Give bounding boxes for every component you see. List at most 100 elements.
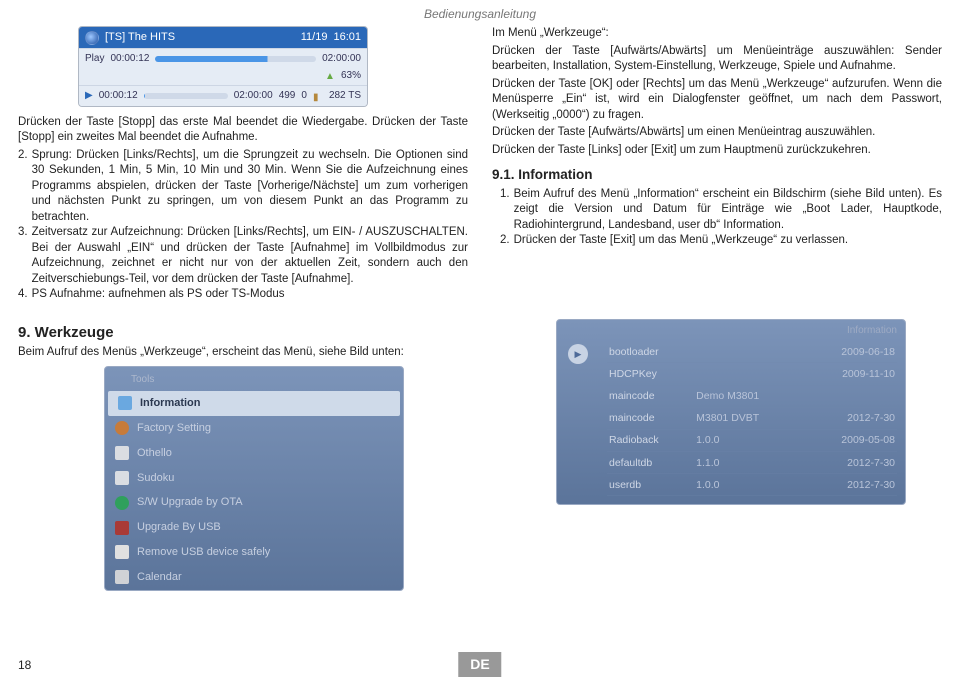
info-value: Demo M3801 (694, 385, 803, 407)
menu-item-label: Othello (137, 446, 172, 461)
menu-item-information: Information (108, 391, 400, 416)
menu-item-label: Factory Setting (137, 421, 211, 436)
tools-menu-screenshot: Tools Information Factory Setting Othell… (104, 366, 404, 590)
play-percent: 63% (341, 69, 361, 83)
buf-count: 499 (279, 89, 296, 103)
usb-remove-icon (115, 545, 129, 559)
table-row: HDCPKey 2009-11-10 (607, 363, 897, 385)
item-4-text: PS Aufnahme: aufnehmen als PS oder TS-Mo… (32, 287, 468, 303)
info-name: bootloader (607, 341, 694, 363)
menu-item-sudoku: Sudoku (105, 466, 403, 491)
r-item-2-text: Drücken der Taste [Exit] um das Menü „We… (514, 233, 942, 249)
play-label: Play (85, 52, 104, 66)
info-value: 1.0.0 (694, 429, 803, 451)
werkzeuge-intro: Beim Aufruf des Menüs „Werkzeuge“, ersch… (18, 345, 468, 361)
info-date: 2012-7-30 (803, 407, 897, 429)
item-3-num: 3. (18, 225, 28, 287)
menu-item-label: Remove USB device safely (137, 545, 270, 560)
para-stop: Drücken der Taste [Stopp] das erste Mal … (18, 115, 468, 146)
page-number: 18 (18, 657, 31, 673)
menu-item-label: Information (140, 396, 201, 411)
r-p5: Drücken der Taste [Links] oder [Exit] um… (492, 143, 942, 159)
r-item-1-num: 1. (500, 187, 510, 234)
table-row: userdb1.0.02012-7-30 (607, 474, 897, 496)
menu-item-ota: S/W Upgrade by OTA (105, 490, 403, 515)
info-date: 2009-11-10 (803, 363, 897, 385)
info-name: maincode (607, 407, 694, 429)
info-table: bootloader2009-06-18HDCPKey2009-11-10mai… (607, 341, 897, 496)
r-p2: Drücken der Taste [Aufwärts/Abwärts] um … (492, 44, 942, 75)
info-panel-title: Information (607, 324, 897, 338)
info-name: defaultdb (607, 452, 694, 474)
item-3: 3. Zeitversatz zur Aufzeichnung: Drücken… (18, 225, 468, 287)
info-date: 2012-7-30 (803, 474, 897, 496)
r-item-2-num: 2. (500, 233, 510, 249)
player-screenshot: [TS] The HITS 11/19 16:01 Play 00:00:12 … (78, 26, 368, 106)
table-row: maincodeM3801 DVBT2012-7-30 (607, 407, 897, 429)
disc-icon (85, 31, 99, 45)
r-item-1-text: Beim Aufruf des Menü „Information“ ersch… (514, 187, 942, 234)
progress-bar (155, 56, 316, 62)
item-2: 2. Sprung: Drücken [Links/Rechts], um di… (18, 148, 468, 226)
play-circle-icon: ▶ (568, 344, 588, 364)
sudoku-icon (115, 471, 129, 485)
item-4-num: 4. (18, 287, 28, 303)
buf-size: 282 TS (329, 89, 361, 103)
info-value (694, 363, 803, 385)
globe-icon (115, 496, 129, 510)
language-tag: DE (458, 652, 501, 677)
info-date: 2009-06-18 (803, 341, 897, 363)
heading-9: 9. Werkzeuge (18, 323, 468, 343)
gear-icon (115, 421, 129, 435)
othello-icon (115, 446, 129, 460)
briefcase-icon (115, 521, 129, 535)
info-value: M3801 DVBT (694, 407, 803, 429)
menu-item-calendar: Calendar (105, 565, 403, 590)
player-clock: 16:01 (333, 30, 361, 45)
heading-9-1: 9.1. Information (492, 166, 942, 184)
menu-item-label: Calendar (137, 570, 182, 585)
info-value: 1.0.0 (694, 474, 803, 496)
info-value: 1.1.0 (694, 452, 803, 474)
menu-item-factory: Factory Setting (105, 416, 403, 441)
item-4: 4. PS Aufnahme: aufnehmen als PS oder TS… (18, 287, 468, 303)
info-date: 2012-7-30 (803, 452, 897, 474)
buf-last: 0 (301, 89, 307, 103)
item-2-text: Sprung: Drücken [Links/Rechts], um die S… (32, 148, 468, 226)
r-p1: Im Menü „Werkzeuge“: (492, 26, 942, 42)
menu-item-usb-upgrade: Upgrade By USB (105, 515, 403, 540)
menu-item-label: Upgrade By USB (137, 520, 221, 535)
r-p3: Drücken der Taste [OK] oder [Rechts] um … (492, 77, 942, 124)
info-screenshot: ▶ Information bootloader2009-06-18HDCPKe… (556, 319, 906, 506)
info-value (694, 341, 803, 363)
info-date: 2009-05-08 (803, 429, 897, 451)
table-row: Radioback1.0.02009-05-08 (607, 429, 897, 451)
buffer-bar (144, 93, 228, 99)
buf-mid: 02:00:00 (234, 89, 273, 103)
r-item-2: 2. Drücken der Taste [Exit] um das Menü … (492, 233, 942, 249)
info-name: userdb (607, 474, 694, 496)
play-icon: ▶ (85, 89, 93, 103)
r-item-1: 1. Beim Aufruf des Menü „Information“ er… (492, 187, 942, 234)
page-header: Bedienungsanleitung (0, 0, 960, 26)
table-row: maincodeDemo M3801 (607, 385, 897, 407)
info-name: Radioback (607, 429, 694, 451)
player-title: [TS] The HITS (105, 30, 295, 45)
r-p4: Drücken der Taste [Aufwärts/Abwärts] um … (492, 125, 942, 141)
table-row: defaultdb1.1.02012-7-30 (607, 452, 897, 474)
info-icon (118, 396, 132, 410)
menu-item-remove-usb: Remove USB device safely (105, 540, 403, 565)
up-icon: ▲ (325, 70, 335, 80)
calendar-icon (115, 570, 129, 584)
film-icon: ▮ (313, 91, 323, 101)
tools-menu-title: Tools (105, 373, 403, 391)
play-start: 00:00:12 (110, 52, 149, 66)
info-name: HDCPKey (607, 363, 694, 385)
item-2-num: 2. (18, 148, 28, 226)
info-date (803, 385, 897, 407)
buf-start: 00:00:12 (99, 89, 138, 103)
menu-item-label: Sudoku (137, 471, 174, 486)
item-3-text: Zeitversatz zur Aufzeichnung: Drücken [L… (32, 225, 468, 287)
play-end: 02:00:00 (322, 52, 361, 66)
menu-item-label: S/W Upgrade by OTA (137, 495, 243, 510)
